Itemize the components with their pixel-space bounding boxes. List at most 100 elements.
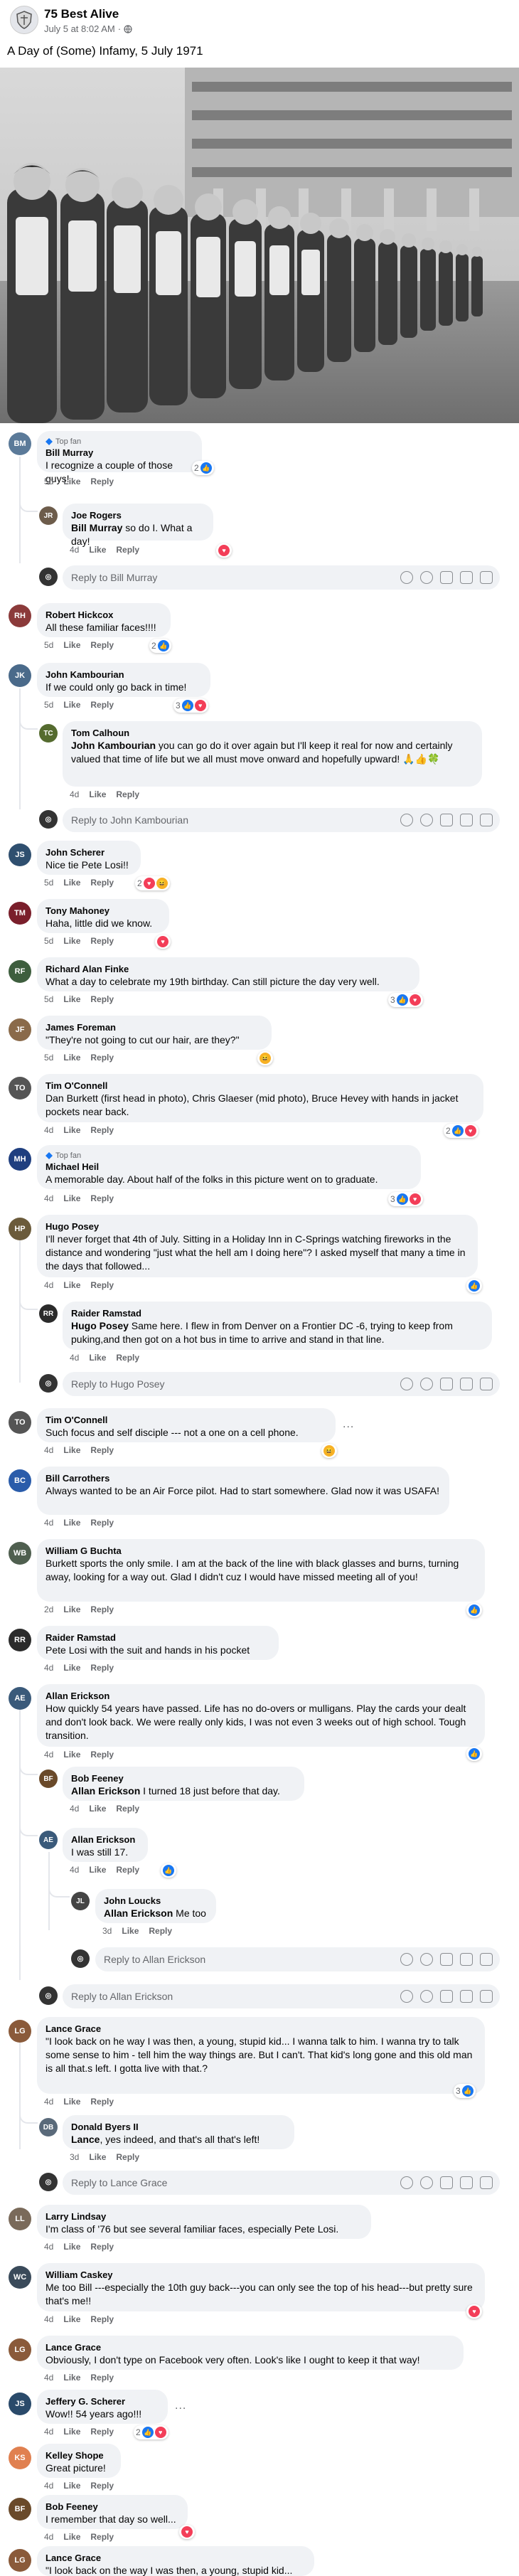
mention[interactable]: Hugo Posey [71,1320,129,1331]
reply-button[interactable]: Reply [90,1053,114,1063]
commenter-name[interactable]: Tom Calhoun [71,727,473,739]
reaction-count[interactable]: 2 👍 [149,639,171,653]
commenter-name[interactable]: John Kambourian [46,669,202,681]
commenter-name[interactable]: Joe Rogers [71,509,205,521]
avatar[interactable]: LL [9,2208,31,2230]
camera-icon[interactable] [440,571,453,584]
post-photo[interactable] [0,68,519,423]
sticker-icon[interactable] [480,814,493,826]
commenter-name[interactable]: Tony Mahoney [46,905,161,917]
avatar[interactable]: TM [9,902,31,925]
reaction-count[interactable]: 2 ♥ 😆 [135,876,170,890]
mention[interactable]: Lance [71,2134,100,2145]
avatar[interactable]: JR [39,506,58,525]
like-button[interactable]: Like [63,1193,80,1203]
like-button[interactable]: Like [63,2097,80,2107]
comment-age[interactable]: 4d [44,2373,53,2383]
like-button[interactable]: Like [89,2152,106,2162]
emoji-icon[interactable] [420,1378,433,1390]
reply-button[interactable]: Reply [90,1663,114,1673]
reply-button[interactable]: Reply [90,700,114,710]
avatar[interactable]: WC [9,2266,31,2289]
comment-age[interactable]: 5d [44,936,53,946]
camera-icon[interactable] [440,1990,453,2003]
commenter-name[interactable]: Tim O'Connell [46,1414,327,1426]
like-button[interactable]: Like [63,1750,80,1760]
reply-button[interactable]: Reply [90,2427,114,2437]
avatar[interactable]: LG [9,2338,31,2361]
sticker-icon[interactable] [480,1990,493,2003]
reaction-count[interactable]: 👍 [466,1747,482,1761]
sticker-icon[interactable] [480,571,493,584]
more-icon[interactable]: ... [343,1418,354,1431]
mention[interactable]: John Kambourian [71,740,156,751]
avatar[interactable]: BF [9,2498,31,2521]
comment-age[interactable]: 4d [44,2097,53,2107]
sticker-icon[interactable] [480,1953,493,1966]
comment-age[interactable]: 4d [44,1193,53,1203]
reply-button[interactable]: Reply [116,1865,139,1875]
reaction-count[interactable]: 👍 [161,1863,176,1878]
reaction-count[interactable]: 😆 [321,1444,337,1458]
avatar[interactable]: JF [9,1018,31,1041]
reaction-count[interactable]: 3 👍 ♥ [388,1192,423,1206]
avatar[interactable]: TO [9,1077,31,1100]
comment-age[interactable]: 5d [44,700,53,710]
reaction-count[interactable]: ♥ [216,543,232,558]
commenter-name[interactable]: James Foreman [46,1021,263,1033]
avatar[interactable]: HP [9,1218,31,1240]
comment-age[interactable]: 5d [44,477,53,486]
emoji-icon[interactable] [420,1953,433,1966]
gif-icon[interactable] [460,571,473,584]
like-button[interactable]: Like [89,1865,106,1875]
reply-button[interactable]: Reply [90,1604,114,1614]
avatar[interactable]: LG [9,2020,31,2043]
reply-input[interactable]: Reply to Allan Erickson [63,1984,500,2008]
avatar-sticker-icon[interactable] [400,1953,413,1966]
reaction-count[interactable]: 2 👍 ♥ [134,2425,168,2439]
comment-age[interactable]: 5d [44,1053,53,1063]
reaction-count[interactable]: 😆 [257,1051,273,1065]
comment-age[interactable]: 4d [44,2314,53,2324]
commenter-name[interactable]: William G Buchta [46,1545,476,1557]
comment-age[interactable]: 4d [44,1280,53,1290]
reaction-count[interactable]: 👍 [466,1279,482,1293]
comment-age[interactable]: 4d [70,789,79,799]
reaction-count[interactable]: 3 👍 ♥ [388,993,423,1007]
like-button[interactable]: Like [89,545,106,555]
avatar[interactable]: KS [9,2447,31,2469]
commenter-name[interactable]: John Scherer [46,846,132,858]
commenter-name[interactable]: Jeffery G. Scherer [46,2395,159,2407]
comment-age[interactable]: 4d [70,1353,79,1363]
comment-age[interactable]: 4d [44,1445,53,1455]
avatar[interactable]: AE [9,1687,31,1710]
avatar[interactable]: JS [9,2393,31,2415]
like-button[interactable]: Like [63,1445,80,1455]
comment-age[interactable]: 5d [44,640,53,650]
camera-icon[interactable] [440,1378,453,1390]
avatar-sticker-icon[interactable] [400,1378,413,1390]
mention[interactable]: Allan Erickson [104,1907,173,1919]
like-button[interactable]: Like [63,2373,80,2383]
like-button[interactable]: Like [63,1280,80,1290]
commenter-name[interactable]: Lance Grace [46,2023,476,2035]
emoji-icon[interactable] [420,1990,433,2003]
reaction-count[interactable]: 👍 [466,1603,482,1617]
commenter-name[interactable]: Tim O'Connell [46,1080,475,1092]
avatar-sticker-icon[interactable] [400,571,413,584]
commenter-name[interactable]: Larry Lindsay [46,2210,363,2223]
reply-button[interactable]: Reply [90,1280,114,1290]
reply-button[interactable]: Reply [90,1125,114,1135]
avatar[interactable]: JS [9,843,31,866]
gif-icon[interactable] [460,1953,473,1966]
reply-button[interactable]: Reply [90,2314,114,2324]
reaction-count[interactable]: ♥ [179,2525,195,2539]
avatar[interactable]: BC [9,1469,31,1492]
avatar[interactable]: LG [9,2549,31,2572]
avatar[interactable]: RH [9,605,31,627]
like-button[interactable]: Like [63,2242,80,2252]
comment-age[interactable]: 4d [44,1125,53,1135]
reply-input[interactable]: Reply to Lance Grace [63,2171,500,2195]
reply-button[interactable]: Reply [90,2532,114,2542]
comment-age[interactable]: 4d [44,1750,53,1760]
